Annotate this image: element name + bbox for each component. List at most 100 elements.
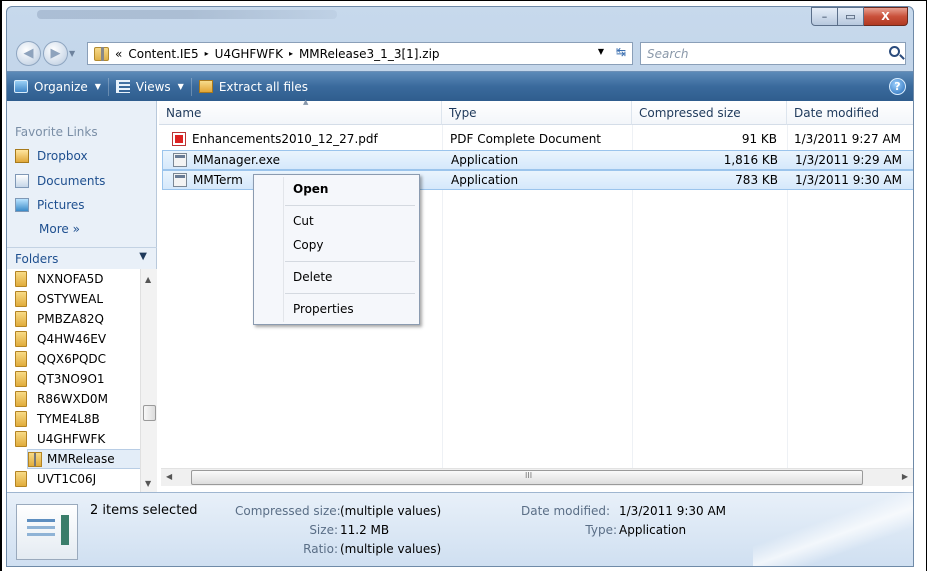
decorative-swoosh: [753, 492, 913, 566]
chevron-down-icon[interactable]: ▼: [139, 251, 147, 262]
menu-gutter: [283, 177, 284, 322]
menu-separator: [285, 261, 415, 262]
address-bar[interactable]: « Content.IE5 ▸ U4GHFWFK ▸ MMRelease3_1_…: [87, 42, 633, 65]
menu-item-properties[interactable]: Properties: [293, 302, 354, 316]
organize-label: Organize: [34, 79, 88, 94]
extract-all-button[interactable]: Extract all files: [192, 72, 315, 101]
refresh-icon[interactable]: ↹: [616, 45, 626, 59]
tree-item[interactable]: QT3NO9O1: [15, 369, 105, 389]
favorite-links-title: Favorite Links: [15, 125, 98, 139]
folders-title: Folders: [15, 251, 59, 266]
address-dropdown-icon[interactable]: ▼: [598, 47, 604, 56]
organize-button[interactable]: Organize ▼: [7, 72, 108, 101]
help-icon[interactable]: ?: [889, 78, 906, 95]
scrollbar-thumb[interactable]: [143, 405, 156, 421]
scroll-down-icon[interactable]: ▼: [145, 479, 151, 488]
column-header-label: Date modified: [794, 105, 880, 120]
scroll-left-icon[interactable]: ◀: [166, 472, 172, 481]
favorite-link-dropbox[interactable]: Dropbox: [15, 149, 88, 163]
column-header-date-modified[interactable]: Date modified: [787, 101, 913, 125]
tree-item[interactable]: TYME4L8B: [15, 409, 100, 429]
menu-separator: [285, 293, 415, 294]
chevron-right-icon[interactable]: ▸: [289, 49, 293, 58]
tree-item[interactable]: NXNOFA5D: [15, 269, 104, 289]
title-bar[interactable]: – ▭ X: [7, 7, 913, 37]
horizontal-scrollbar[interactable]: ◀ III ▶: [161, 468, 913, 486]
forward-arrow-icon: ▶: [50, 46, 61, 61]
file-size: 1,816 KB: [723, 153, 778, 167]
folder-icon: [15, 391, 27, 407]
ratio-value: (multiple values): [340, 542, 442, 556]
views-label: Views: [135, 79, 171, 94]
file-size: 783 KB: [735, 173, 778, 187]
scrollbar-grip: III: [525, 471, 533, 480]
zip-folder-icon: [94, 46, 109, 61]
tree-item-label: MMRelease: [47, 452, 115, 466]
tree-item[interactable]: UVT1C06J: [15, 469, 96, 489]
back-button[interactable]: ◀: [16, 41, 41, 66]
tree-item-label: OSTYWEAL: [37, 292, 104, 306]
dropbox-icon: [15, 149, 29, 163]
folder-icon: [15, 471, 27, 487]
file-row-selected[interactable]: MManager.exe Application 1,816 KB 1/3/20…: [162, 150, 913, 170]
column-header-name[interactable]: Name ▲: [159, 98, 442, 125]
tree-item-label: PMBZA82Q: [37, 312, 104, 326]
menu-item-delete[interactable]: Delete: [293, 270, 332, 284]
tree-item[interactable]: R86WXD0M: [15, 389, 108, 409]
tree-item[interactable]: PMBZA82Q: [15, 309, 104, 329]
address-segment[interactable]: U4GHFWFK: [215, 47, 283, 61]
scrollbar-thumb[interactable]: III: [191, 470, 863, 485]
selection-count: 2 items selected: [90, 503, 198, 518]
chevron-right-icon[interactable]: ▸: [205, 49, 209, 58]
favorite-link-pictures[interactable]: Pictures: [15, 198, 85, 212]
extract-icon: [198, 80, 213, 93]
tree-item-label: NXNOFA5D: [37, 272, 104, 286]
recent-pages-dropdown[interactable]: ▼: [69, 49, 75, 58]
multiple-files-icon: [16, 504, 78, 560]
tree-scrollbar[interactable]: ▲ ▼: [140, 269, 157, 492]
search-input[interactable]: Search: [640, 42, 906, 65]
tree-item[interactable]: OSTYWEAL: [15, 289, 103, 309]
scroll-up-icon[interactable]: ▲: [145, 275, 151, 284]
minimize-button[interactable]: –: [811, 7, 838, 26]
close-button[interactable]: X: [864, 7, 908, 26]
chevron-down-icon: ▼: [94, 82, 101, 91]
explorer-window: – ▭ X ◀ ▶ ▼ « Content.IE5 ▸ U4GHFWFK ▸ M…: [6, 6, 914, 567]
column-header-type[interactable]: Type: [442, 101, 632, 125]
search-icon[interactable]: [889, 46, 900, 57]
size-value: 11.2 MB: [340, 523, 390, 537]
search-placeholder: Search: [647, 46, 689, 61]
menu-item-copy[interactable]: Copy: [293, 238, 323, 252]
column-header-compressed-size[interactable]: Compressed size: [632, 101, 787, 125]
menu-item-open[interactable]: Open: [293, 182, 328, 196]
file-row[interactable]: Enhancements2010_12_27.pdf PDF Complete …: [162, 130, 913, 150]
folder-icon: [15, 351, 27, 367]
scroll-right-icon[interactable]: ▶: [902, 472, 908, 481]
sort-ascending-icon: ▲: [303, 98, 309, 106]
tree-item[interactable]: Q4HW46EV: [15, 329, 106, 349]
favorite-link-documents[interactable]: Documents: [15, 174, 105, 188]
folder-tree: NXNOFA5D OSTYWEAL PMBZA82Q Q4HW46EV QQX6…: [7, 269, 157, 492]
more-links-button[interactable]: More »: [39, 222, 80, 236]
tree-item[interactable]: U4GHFWFK: [15, 429, 105, 449]
tree-item-label: UVT1C06J: [37, 472, 97, 486]
tree-item-label: QT3NO9O1: [37, 372, 105, 386]
blurred-window-title: [37, 10, 337, 19]
file-date: 1/3/2011 9:30 AM: [795, 173, 903, 187]
views-button[interactable]: Views ▼: [109, 72, 191, 101]
menu-item-cut[interactable]: Cut: [293, 214, 314, 228]
navigation-row: ◀ ▶ ▼ « Content.IE5 ▸ U4GHFWFK ▸ MMRelea…: [7, 37, 913, 69]
address-segment[interactable]: Content.IE5: [128, 47, 198, 61]
ratio-label: Ratio:: [303, 542, 338, 556]
address-segment[interactable]: MMRelease3_1_3[1].zip: [299, 47, 440, 61]
type-value: Application: [619, 523, 687, 537]
tree-item-selected[interactable]: MMRelease: [27, 449, 141, 469]
folders-header[interactable]: Folders ▼: [7, 247, 157, 269]
address-overflow[interactable]: «: [115, 47, 122, 61]
maximize-button[interactable]: ▭: [838, 7, 864, 26]
pictures-icon: [15, 198, 29, 212]
tree-item-label: U4GHFWFK: [37, 432, 106, 446]
forward-button[interactable]: ▶: [43, 41, 68, 66]
application-icon: [173, 173, 187, 187]
tree-item[interactable]: QQX6PQDC: [15, 349, 106, 369]
